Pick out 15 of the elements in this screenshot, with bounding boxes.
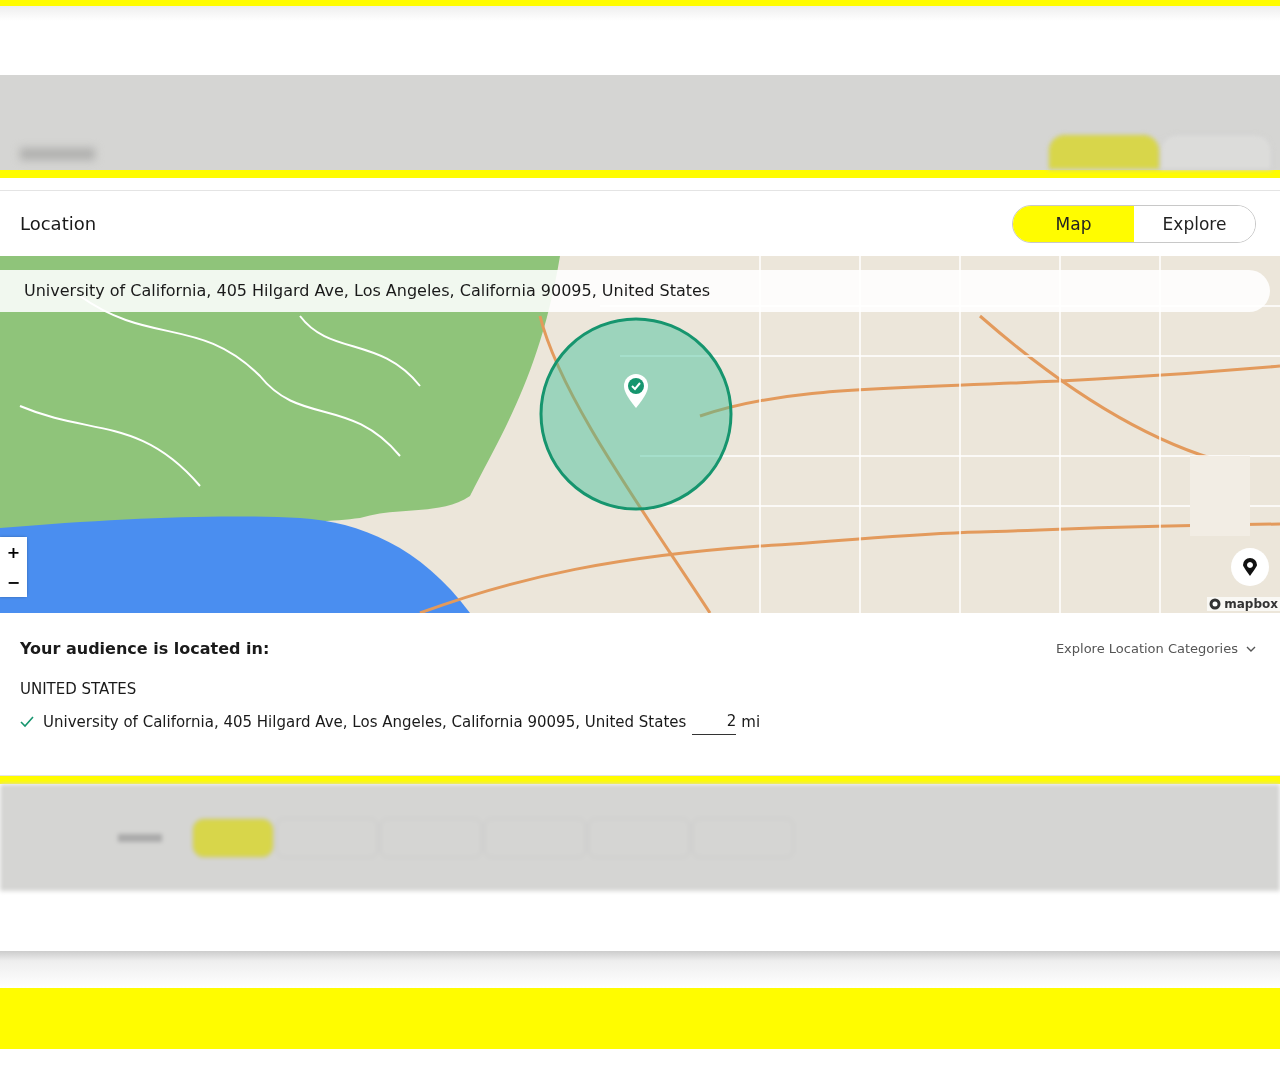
view-tab[interactable]: Map bbox=[1013, 205, 1134, 242]
radius-unit: mi bbox=[741, 712, 761, 731]
audience-heading: Your audience is located in: bbox=[20, 639, 270, 658]
location-pin-icon bbox=[624, 374, 648, 408]
country-label: UNITED STATES bbox=[20, 680, 138, 698]
address-search-field[interactable]: University of California, 405 Hilgard Ave, Los Angeles, California 90095, United States bbox=[0, 270, 1270, 312]
explore-categories-link[interactable]: Explore Location Categories bbox=[1055, 641, 1256, 656]
map-attribution: mapbox bbox=[1224, 597, 1278, 611]
radius-field[interactable]: 2 bbox=[692, 712, 737, 735]
zoom-in-button[interactable]: + bbox=[0, 537, 27, 567]
zoom-out-button[interactable]: − bbox=[0, 567, 27, 597]
section-title: Location bbox=[20, 213, 97, 234]
location-address: University of California, 405 Hilgard Ave, Los Angeles, California 90095, United States bbox=[43, 712, 687, 731]
map-pin-icon bbox=[1243, 558, 1257, 576]
chevron-down-icon bbox=[1246, 645, 1256, 652]
